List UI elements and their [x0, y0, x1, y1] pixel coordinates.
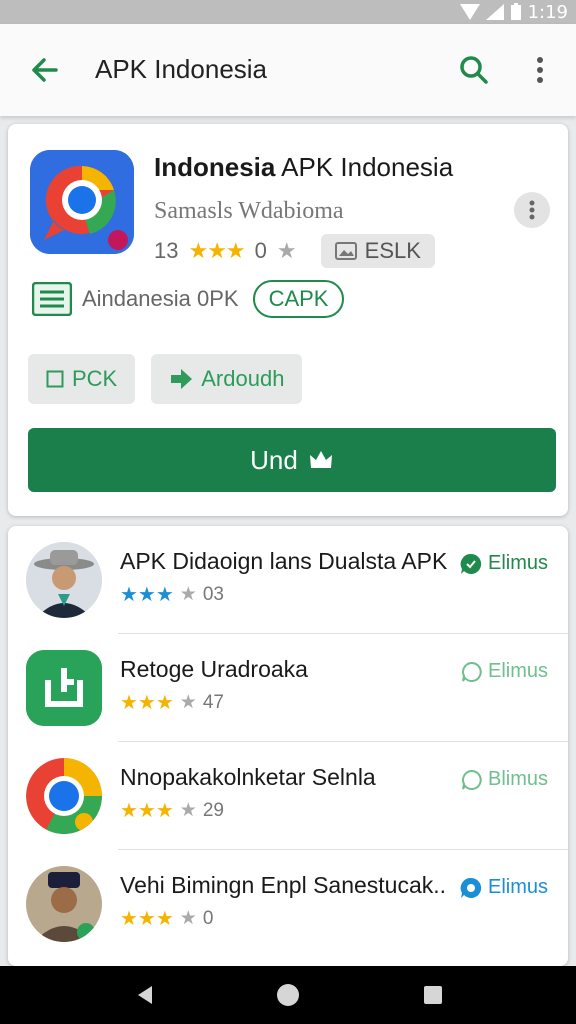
- avatar: [26, 542, 102, 618]
- status-bar: 1:19: [0, 0, 576, 24]
- list-item-action-label: Blimus: [488, 768, 549, 790]
- nav-back-icon[interactable]: [134, 984, 156, 1006]
- list-item[interactable]: Nnopakakolnketar Selnla ★★★ ★ 29 Blimus: [8, 742, 568, 850]
- list-item-action[interactable]: Blimus: [460, 768, 548, 791]
- arrow-right-icon: [171, 369, 193, 389]
- list-item-rating: ★★★ ★ 0: [120, 906, 213, 931]
- list-item-action-label: Elimus: [488, 552, 549, 574]
- crown-icon: [309, 451, 332, 468]
- android-button[interactable]: Ardoudh: [151, 354, 303, 404]
- install-button[interactable]: Und: [28, 428, 556, 492]
- star-empty-icon: ★: [179, 692, 197, 713]
- avatar: [26, 866, 102, 942]
- category-text: Aindanesia 0PK: [82, 286, 239, 311]
- page-title: APK Indonesia: [95, 54, 268, 84]
- chrome-chat-icon: [30, 150, 134, 254]
- system-nav-bar: [0, 966, 576, 1024]
- tag-label: ESLK: [364, 238, 421, 263]
- nav-home-icon[interactable]: [276, 983, 300, 1007]
- app-developer[interactable]: Samasls Wdabioma: [154, 198, 344, 225]
- wifi-icon: [459, 4, 480, 20]
- person-avatar-icon: [26, 866, 102, 942]
- category-chip[interactable]: CAPK: [252, 280, 345, 318]
- list-item-title: Vehi Bimingn Enpl Sanestucak..: [120, 872, 447, 898]
- star-empty-icon: ★: [179, 800, 197, 821]
- chat-bubble-outline-icon: [462, 661, 482, 682]
- list-item-rating-value: 03: [202, 583, 224, 605]
- list-item-title: APK Didaoign lans Dualsta APK: [120, 548, 448, 574]
- list-item-rating-value: 47: [202, 691, 224, 713]
- app-bar: APK Indonesia: [0, 24, 576, 116]
- android-label: Ardoudh: [201, 366, 285, 391]
- list-item-action[interactable]: Elimus: [460, 552, 548, 575]
- list-item-rating: ★★★ ★ 47: [120, 690, 224, 715]
- person-avatar-icon: [26, 542, 102, 618]
- list-item-rating: ★★★ ★ 29: [120, 798, 224, 823]
- more-vert-icon: [529, 200, 535, 220]
- category-row: Aindanesia 0PK CAPK: [32, 280, 345, 318]
- app-name-bold: Indonesia: [154, 152, 276, 182]
- list-item[interactable]: APK Didaoign lans Dualsta APK ★★★ ★ 03 El…: [8, 526, 568, 634]
- battery-icon: [510, 3, 521, 20]
- square-icon: [46, 370, 64, 388]
- card-more-button[interactable]: [514, 192, 550, 228]
- app-detail-card: Indonesia APK Indonesia Samasls Wdabioma…: [8, 124, 568, 516]
- app-name-rest: APK Indonesia: [275, 152, 454, 182]
- list-item-title: Retoge Uradroaka: [120, 656, 308, 682]
- nav-recents-icon[interactable]: [422, 984, 444, 1006]
- list-item[interactable]: Retoge Uradroaka ★★★ ★ 47 Elimus: [8, 634, 568, 742]
- list-doc-icon: [32, 282, 72, 316]
- list-item-action[interactable]: Elimus: [460, 876, 548, 899]
- avatar: [26, 758, 102, 834]
- star-rating-icons: ★★★: [120, 692, 174, 714]
- status-time: 1:19: [527, 1, 568, 23]
- back-arrow-icon[interactable]: [26, 52, 62, 88]
- chat-bubble-outline-icon: [462, 769, 482, 790]
- rating-count: 13: [154, 238, 179, 263]
- pck-button[interactable]: PCK: [28, 354, 136, 404]
- list-item-title: Nnopakakolnketar Selnla: [120, 764, 376, 790]
- install-label: Und: [250, 444, 298, 475]
- star-empty-icon: ★: [276, 238, 297, 263]
- rating-tail: 0: [254, 238, 267, 263]
- more-vert-icon[interactable]: [524, 52, 556, 88]
- star-empty-icon: ★: [179, 908, 197, 929]
- avatar: [26, 650, 102, 726]
- signal-icon: [485, 4, 504, 20]
- related-apps-list: APK Didaoign lans Dualsta APK ★★★ ★ 03 El…: [8, 526, 568, 966]
- list-item-action[interactable]: Elimus: [460, 660, 548, 683]
- app-name: Indonesia APK Indonesia: [154, 152, 453, 183]
- list-item-action-label: Elimus: [488, 660, 549, 682]
- star-empty-icon: ★: [179, 584, 197, 605]
- pck-label: PCK: [72, 366, 118, 391]
- list-item-rating: ★★★ ★ 03: [120, 582, 224, 607]
- download-app-icon: [26, 650, 102, 726]
- app-icon: [30, 150, 134, 254]
- star-rating-icons: ★★★: [120, 800, 174, 822]
- chrome-icon: [26, 758, 102, 834]
- chat-bubble-icon: [460, 877, 482, 898]
- star-rating-icons: ★★★: [120, 908, 174, 930]
- star-rating-icons: ★★★: [188, 238, 245, 263]
- list-item[interactable]: Vehi Bimingn Enpl Sanestucak.. ★★★ ★ 0 El…: [8, 850, 568, 958]
- image-icon: [334, 242, 357, 260]
- chat-bubble-icon: [460, 553, 482, 574]
- star-rating-icons: ★★★: [120, 584, 174, 606]
- tag-chip[interactable]: ESLK: [320, 234, 435, 268]
- list-item-rating-value: 29: [202, 799, 224, 821]
- status-icons: 1:19: [459, 0, 568, 24]
- list-item-action-label: Elimus: [488, 876, 549, 898]
- action-button-row: PCK Ardoudh: [28, 354, 303, 404]
- search-icon[interactable]: [456, 52, 492, 88]
- list-item-rating-value: 0: [202, 907, 214, 929]
- app-rating-row: 13 ★★★ 0 ★ ESLK: [154, 234, 435, 268]
